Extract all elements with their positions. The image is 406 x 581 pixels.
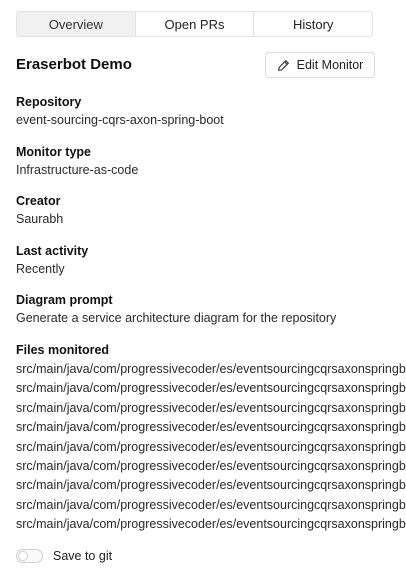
diagram-prompt-section: Diagram prompt Generate a service archit… <box>16 292 406 326</box>
last-activity-value: Recently <box>16 262 65 276</box>
file-item: src/main/java/com/progressivecoder/es/ev… <box>16 439 406 454</box>
monitor-title: Eraserbot Demo <box>16 56 132 73</box>
last-activity-label: Last activity <box>16 244 89 258</box>
monitor-type-label: Monitor type <box>16 145 91 159</box>
monitor-type-section: Monitor type Infrastructure-as-code <box>16 144 406 178</box>
file-item: src/main/java/com/progressivecoder/es/ev… <box>16 381 406 396</box>
monitor-type-value: Infrastructure-as-code <box>16 163 139 177</box>
file-item: src/main/java/com/progressivecoder/es/ev… <box>16 420 406 435</box>
save-to-git-label: Save to git <box>53 549 113 563</box>
repository-value: event-sourcing-cqrs-axon-spring-boot <box>16 113 224 127</box>
diagram-prompt-label: Diagram prompt <box>16 293 113 307</box>
tab-open-prs[interactable]: Open PRs <box>135 12 255 36</box>
creator-value: Saurabh <box>16 212 64 226</box>
save-to-git-toggle[interactable] <box>16 549 43 563</box>
tab-bar: Overview Open PRs History <box>16 11 373 37</box>
file-item: src/main/java/com/progressivecoder/es/ev… <box>16 478 406 493</box>
files-monitored-label: Files monitored <box>16 343 110 357</box>
toggle-knob <box>18 551 28 561</box>
files-list: src/main/java/com/progressivecoder/es/ev… <box>16 360 406 535</box>
files-monitored-section: Files monitored src/main/java/com/progre… <box>16 342 406 535</box>
last-activity-section: Last activity Recently <box>16 243 406 277</box>
tab-history[interactable]: History <box>254 12 372 36</box>
edit-monitor-button[interactable]: Edit Monitor <box>265 52 375 78</box>
repository-section: Repository event-sourcing-cqrs-axon-spri… <box>16 94 406 128</box>
diagram-prompt-value: Generate a service architecture diagram … <box>16 311 337 325</box>
creator-section: Creator Saurabh <box>16 193 406 227</box>
file-item: src/main/java/com/progressivecoder/es/ev… <box>16 400 406 415</box>
file-item: src/main/java/com/progressivecoder/es/ev… <box>16 517 406 532</box>
pencil-icon <box>277 59 290 72</box>
repository-label: Repository <box>16 95 82 109</box>
save-to-git-row: Save to git <box>16 547 112 565</box>
file-item: src/main/java/com/progressivecoder/es/ev… <box>16 458 406 473</box>
edit-monitor-label: Edit Monitor <box>296 58 364 72</box>
creator-label: Creator <box>16 194 61 208</box>
file-item: src/main/java/com/progressivecoder/es/ev… <box>16 362 406 376</box>
file-item: src/main/java/com/progressivecoder/es/ev… <box>16 497 406 512</box>
tab-overview[interactable]: Overview <box>17 12 136 36</box>
